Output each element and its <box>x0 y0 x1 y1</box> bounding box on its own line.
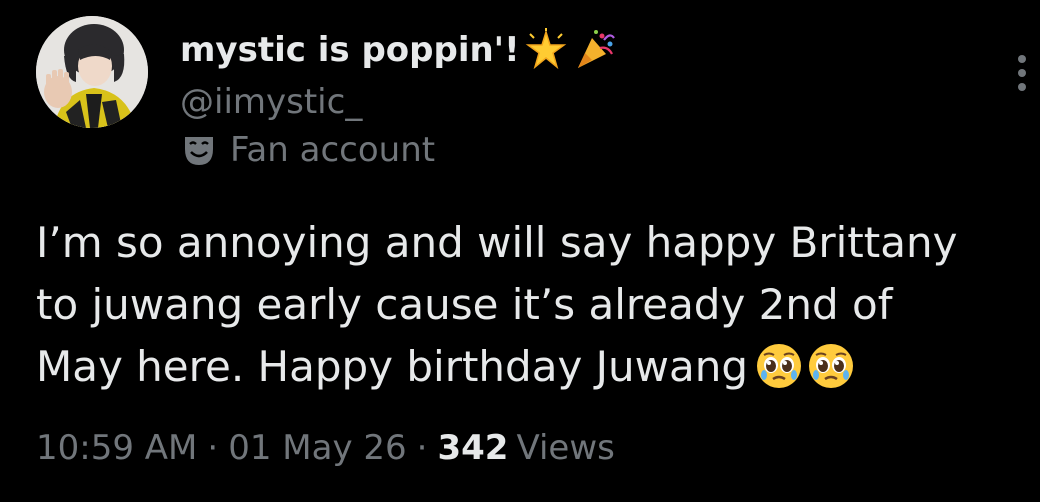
account-label-text: Fan account <box>230 130 436 170</box>
tweet-text: I’m so annoying and will say happy Britt… <box>36 212 1040 398</box>
display-name-text: mystic is poppin'! <box>180 30 520 70</box>
pleading-face-icon <box>806 341 856 391</box>
more-dot <box>1018 69 1026 77</box>
tweet-text-line-last: May here. Happy birthday Juwang <box>36 336 1040 398</box>
account-label: Fan account <box>180 130 435 170</box>
more-options-button[interactable] <box>1004 38 1040 108</box>
tweet-time[interactable]: 10:59 AM <box>36 428 197 468</box>
pleading-face-icon <box>754 341 804 391</box>
tweet-text-line: to juwang early cause it’s already 2nd o… <box>36 280 893 329</box>
tweet-meta: 10:59 AM · 01 May 26 · 342 Views <box>36 428 615 468</box>
theater-mask-icon <box>180 131 218 169</box>
display-name[interactable]: mystic is poppin'! <box>180 28 616 72</box>
user-handle[interactable]: @iimystic_ <box>180 82 362 122</box>
more-dot <box>1018 55 1026 63</box>
avatar[interactable] <box>36 16 148 128</box>
glowing-star-icon <box>524 28 568 72</box>
views-label[interactable]: Views <box>516 428 614 468</box>
tweet-text-line: I’m so annoying and will say happy Britt… <box>36 218 958 267</box>
views-count[interactable]: 342 <box>437 428 508 468</box>
tweet-text-line: May here. Happy birthday Juwang <box>36 342 749 391</box>
tweet-date[interactable]: 01 May 26 <box>228 428 406 468</box>
party-popper-icon <box>572 28 616 72</box>
meta-separator: · <box>416 428 428 468</box>
more-dot <box>1018 83 1026 91</box>
tweet: mystic is poppin'! @iimystic_ Fan accoun… <box>0 0 1040 502</box>
meta-separator: · <box>207 428 219 468</box>
